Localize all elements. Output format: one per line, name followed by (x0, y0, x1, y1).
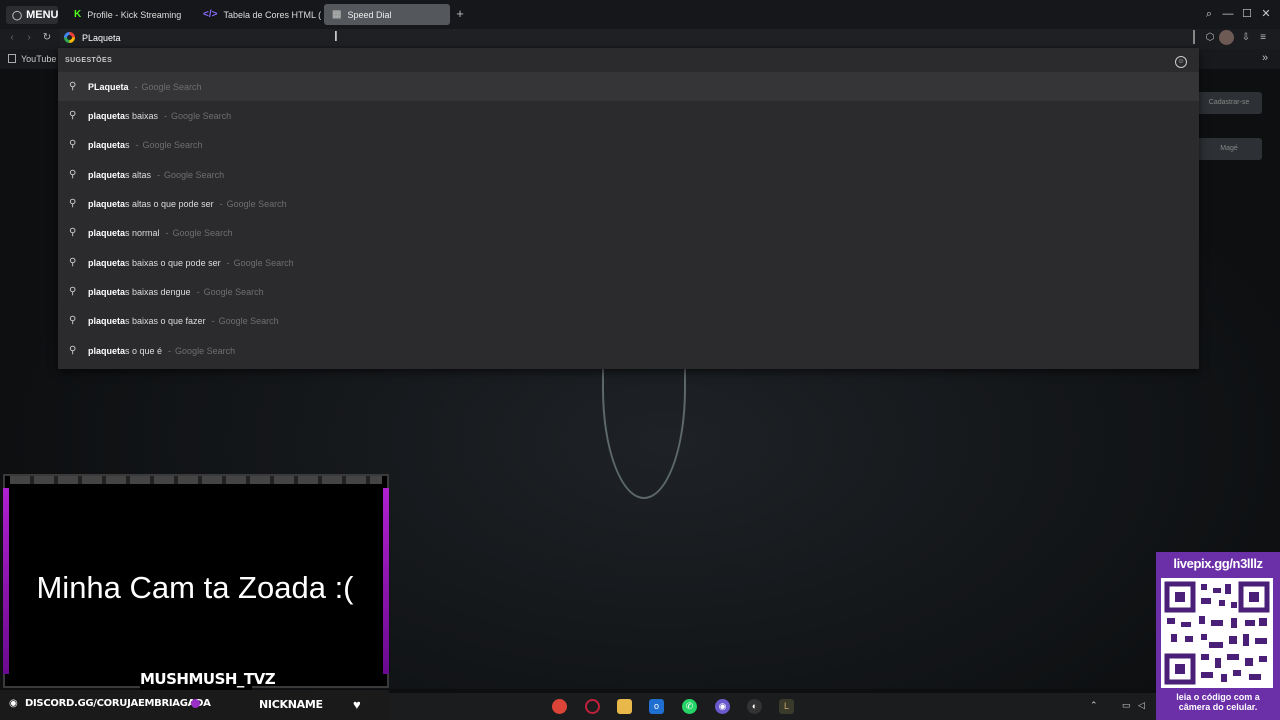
search-icon: ⚲ (69, 286, 77, 297)
tray-network-icon[interactable]: ▭ (1122, 700, 1131, 711)
address-input[interactable] (82, 32, 682, 43)
back-icon[interactable]: ‹ (5, 31, 19, 45)
suggestion-item[interactable]: ⚲ PLaqueta - Google Search (58, 72, 1199, 101)
address-bar[interactable] (60, 29, 1194, 46)
chevron-right-icon[interactable]: » (1262, 52, 1268, 64)
tab-label: Tabela de Cores HTML (h (223, 9, 321, 20)
taskbar (389, 693, 1156, 720)
tab-label: Profile - Kick Streaming (87, 9, 182, 20)
cam-glow-right (383, 488, 389, 674)
channel-name: MUSHMUSH_TVZ (140, 670, 276, 690)
menu-button[interactable]: ◯ MENU (6, 6, 58, 24)
search-tabs-icon[interactable]: ⌕ (1202, 7, 1216, 21)
scrollbar[interactable] (1193, 30, 1195, 44)
qr-code-icon (1161, 578, 1273, 688)
chrome-icon[interactable] (552, 699, 567, 714)
suggestion-item[interactable]: ⚲ plaqueta s altas - Google Search (58, 160, 1199, 189)
whatsapp-icon[interactable]: ✆ (682, 699, 697, 714)
suggestion-item[interactable]: ⚲ plaqueta s baixas o que fazer - Google S… (58, 306, 1199, 335)
bookmark-youtube[interactable]: YouTube (21, 54, 56, 64)
cam-glow-left (3, 488, 9, 674)
suggestion-item[interactable]: ⚲ plaqueta s baixas o que pode ser - Googl… (58, 248, 1199, 277)
tab-label: Speed Dial (347, 9, 392, 20)
tray-volume-icon[interactable]: ◁ (1138, 700, 1145, 711)
new-tab-plus-icon[interactable]: + (452, 6, 468, 22)
suggestion-item[interactable]: ⚲ plaqueta s baixas - Google Search (58, 101, 1199, 130)
status-dot (191, 699, 200, 708)
league-icon[interactable]: L (779, 699, 794, 714)
kick-icon: K (74, 9, 82, 20)
qr-caption: leia o código com a câmera do celular. (1176, 692, 1260, 712)
forward-icon[interactable]: › (22, 31, 36, 45)
search-icon: ⚲ (69, 227, 77, 238)
suggestion-item[interactable]: ⚲ plaqueta s baixas dengue - Google Search (58, 277, 1199, 306)
suggestion-item[interactable]: ⚲ plaqueta s - Google Search (58, 130, 1199, 159)
search-icon: ⚲ (69, 81, 77, 92)
suggestion-item[interactable]: ⚲ plaqueta s o que é - Google Search (58, 336, 1199, 365)
code-icon: </> (203, 9, 218, 20)
download-icon[interactable]: ⇩ (1239, 31, 1253, 45)
text-cursor-icon: I (334, 30, 338, 45)
search-icon: ⚲ (69, 139, 77, 150)
discord-link: DISCORD.GG/CORUJAEMBRIAGADA (25, 698, 211, 709)
avatar[interactable] (1219, 30, 1234, 45)
suggestion-item[interactable]: ⚲ plaqueta s normal - Google Search (58, 218, 1199, 247)
minimize-icon[interactable]: — (1221, 7, 1235, 21)
search-icon: ⚲ (69, 110, 77, 121)
tab-bar (0, 0, 1280, 29)
register-button[interactable]: Cadastrar-se (1196, 92, 1262, 114)
speed-dial-icon: ▦ (332, 9, 342, 20)
qr-title: livepix.gg/n3lllz (1173, 556, 1263, 571)
search-icon: ⚲ (69, 257, 77, 268)
reload-icon[interactable]: ↻ (40, 31, 54, 45)
heart-icon: ♥ (353, 697, 361, 712)
opera-logo-icon: ◯ (12, 9, 23, 20)
discord-taskbar-icon[interactable]: ◉ (715, 699, 730, 714)
google-icon (64, 32, 75, 43)
suggestions-header: SUGESTÕES (65, 57, 113, 64)
folder-icon[interactable] (617, 699, 632, 714)
nickname-label: NICKNAME (259, 698, 323, 711)
search-icon: ⚲ (69, 345, 77, 356)
suggestion-item[interactable]: ⚲ plaqueta s altas o que pode ser - Google… (58, 189, 1199, 218)
outlook-icon[interactable]: o (649, 699, 664, 714)
search-icon: ⚲ (69, 315, 77, 326)
extensions-icon[interactable]: ⬡ (1203, 31, 1217, 45)
search-icon: ⚲ (69, 169, 77, 180)
smiley-icon[interactable]: ☺ (1175, 56, 1187, 68)
obs-icon[interactable]: ◐ (747, 699, 762, 714)
close-icon[interactable]: ✕ (1259, 7, 1273, 21)
menu-label: MENU (26, 9, 59, 21)
tray-chevron-up-icon[interactable]: ⌃ (1090, 700, 1098, 711)
tab-speed-dial[interactable]: ▦ Speed Dial (324, 4, 450, 25)
page-icon (8, 54, 16, 63)
opera-icon[interactable] (585, 699, 600, 714)
tab-kick[interactable]: K Profile - Kick Streaming (66, 4, 192, 25)
cam-message: Minha Cam ta Zoada :( (36, 570, 354, 605)
discord-icon: ◉ (9, 698, 18, 709)
city-button[interactable]: Magé (1196, 138, 1262, 160)
cam-frame-strip (10, 476, 382, 484)
tab-html-colors[interactable]: </> Tabela de Cores HTML (h (195, 4, 321, 25)
maximize-icon[interactable]: ☐ (1240, 7, 1254, 21)
easy-setup-icon[interactable]: ≡ (1256, 31, 1270, 45)
search-icon: ⚲ (69, 198, 77, 209)
suggestions-dropdown: SUGESTÕES ☺ ⚲ PLaqueta - Google Search ⚲ … (58, 48, 1199, 369)
